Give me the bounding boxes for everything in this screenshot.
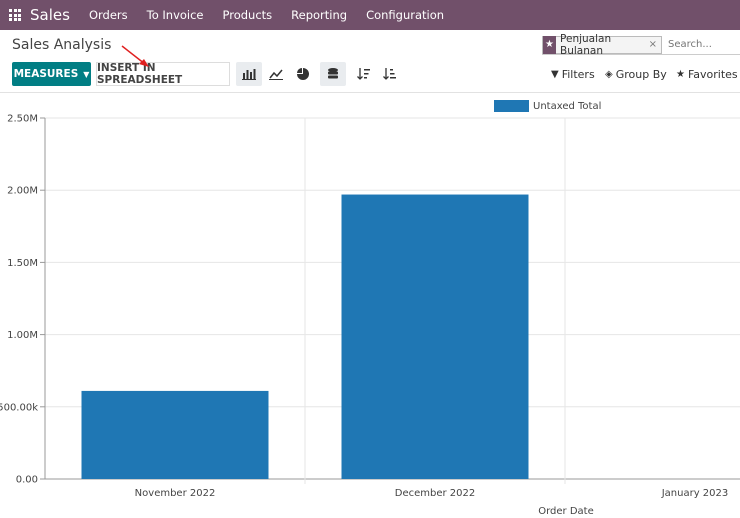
insert-in-spreadsheet-button[interactable]: INSERT IN SPREADSHEET — [96, 62, 230, 86]
search-bar[interactable]: ★ Penjualan Bulanan × — [542, 32, 740, 57]
search-facet[interactable]: ★ Penjualan Bulanan × — [542, 32, 662, 57]
sort-descending-button[interactable] — [350, 62, 376, 86]
nav-orders[interactable]: Orders — [89, 8, 128, 22]
database-stack-icon — [328, 68, 338, 79]
x-tick-label: November 2022 — [135, 488, 216, 499]
sort-ascending-icon — [382, 68, 396, 80]
pie-chart-button[interactable] — [290, 62, 316, 86]
layers-icon: ◈ — [605, 69, 613, 80]
line-chart-button[interactable] — [263, 62, 289, 86]
y-axis-ticks: 0.00 500.00k 1.00M 1.50M 2.00M 2.50M — [0, 114, 38, 486]
x-tick-label: January 2023 — [661, 488, 729, 499]
y-tick-label: 500.00k — [0, 402, 38, 413]
favorites-button[interactable]: ★ Favorites — [676, 68, 738, 81]
x-axis-label: Order Date — [538, 506, 594, 517]
bar-chart: 0.00 500.00k 1.00M 1.50M 2.00M 2.50M November… — [0, 100, 740, 517]
group-by-label: Group By — [615, 68, 667, 81]
apps-menu-icon[interactable] — [9, 9, 21, 21]
y-tick-label: 2.50M — [7, 114, 38, 125]
page-title: Sales Analysis — [12, 37, 112, 53]
bar-chart-button[interactable] — [236, 62, 262, 86]
chart-legend: Untaxed Total — [494, 100, 601, 112]
annotation-arrow-icon — [121, 45, 149, 67]
y-tick-label: 1.00M — [7, 330, 38, 341]
sort-descending-icon — [356, 68, 370, 80]
sort-ascending-button[interactable] — [376, 62, 402, 86]
bar — [81, 390, 269, 479]
x-tick-label: December 2022 — [395, 488, 475, 499]
facet-label: Penjualan Bulanan — [560, 32, 612, 57]
app-brand[interactable]: Sales — [30, 6, 70, 24]
y-tick-label: 1.50M — [7, 258, 38, 269]
pie-chart-icon — [297, 68, 309, 80]
stacked-button[interactable] — [320, 62, 346, 86]
y-tick-label: 0.00 — [16, 475, 38, 486]
filters-button[interactable]: ▼ Filters — [551, 68, 595, 81]
group-by-button[interactable]: ◈ Group By — [605, 68, 667, 81]
y-tick-label: 2.00M — [7, 186, 38, 197]
star-icon: ★ — [676, 69, 685, 80]
legend-label: Untaxed Total — [533, 101, 601, 112]
x-axis-ticks: November 2022 December 2022 January 2023 — [135, 488, 729, 499]
filters-label: Filters — [561, 68, 595, 81]
nav-configuration[interactable]: Configuration — [366, 8, 444, 22]
legend-swatch — [494, 100, 529, 112]
bar — [341, 194, 529, 480]
star-icon: ★ — [543, 35, 557, 54]
filter-icon: ▼ — [551, 69, 559, 80]
caret-down-icon: ▼ — [83, 69, 90, 79]
favorites-label: Favorites — [687, 68, 738, 81]
measures-label: MEASURES — [13, 68, 79, 80]
measures-button[interactable]: MEASURES ▼ — [12, 62, 91, 86]
nav-reporting[interactable]: Reporting — [291, 8, 347, 22]
top-navbar: Sales Orders To Invoice Products Reporti… — [0, 0, 740, 30]
line-chart-icon — [269, 69, 283, 80]
facet-remove-icon[interactable]: × — [649, 39, 661, 50]
nav-to-invoice[interactable]: To Invoice — [147, 8, 204, 22]
search-input[interactable] — [668, 39, 740, 50]
bar-chart-icon — [242, 69, 256, 80]
nav-products[interactable]: Products — [223, 8, 273, 22]
